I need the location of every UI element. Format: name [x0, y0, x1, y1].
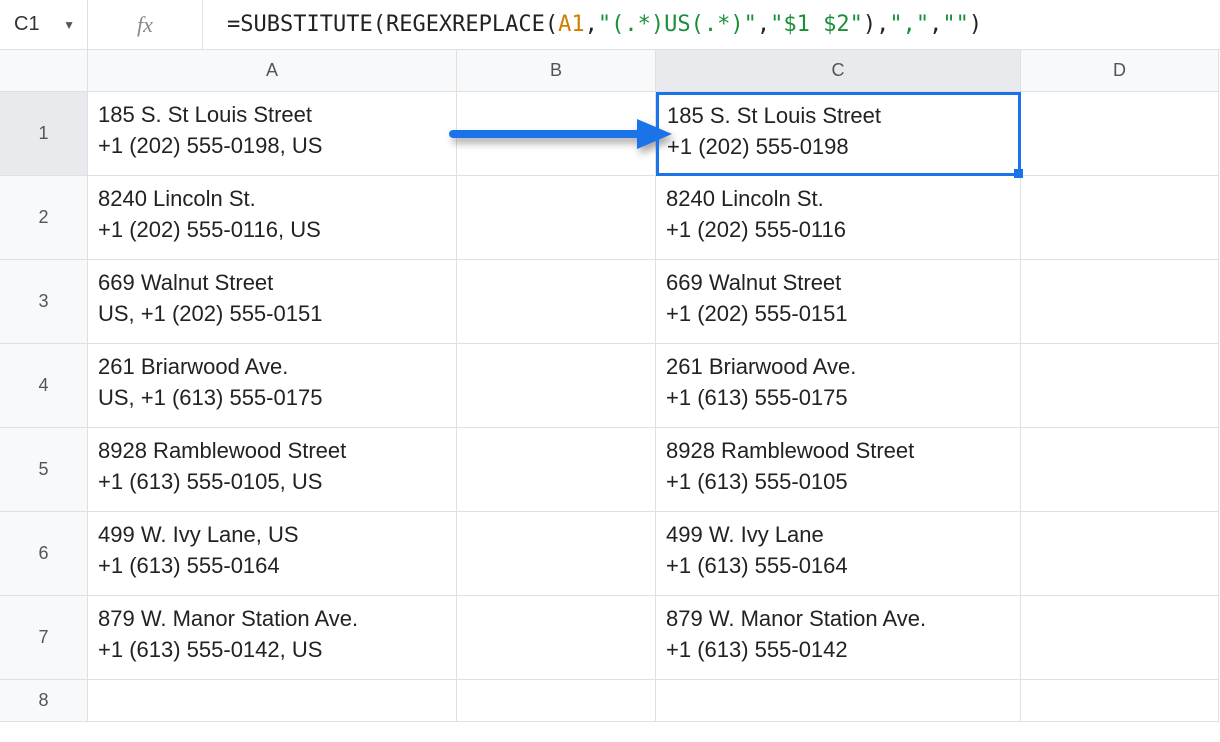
- cell-B5[interactable]: [457, 428, 656, 512]
- formula-str: "": [942, 12, 969, 37]
- cell-D7[interactable]: [1021, 596, 1219, 680]
- formula-str: "$1 $2": [770, 12, 863, 37]
- row-header-6[interactable]: 6: [0, 512, 88, 596]
- cell-A3[interactable]: 669 Walnut Street US, +1 (202) 555-0151: [88, 260, 457, 344]
- formula-str: ",": [889, 12, 929, 37]
- formula-paren: (: [545, 12, 558, 37]
- col-header-C[interactable]: C: [656, 50, 1021, 92]
- cell-A4[interactable]: 261 Briarwood Ave. US, +1 (613) 555-0175: [88, 344, 457, 428]
- col-header-D[interactable]: D: [1021, 50, 1219, 92]
- name-box-value: C1: [14, 13, 40, 36]
- fx-icon[interactable]: fx: [88, 0, 203, 49]
- row-header-8[interactable]: 8: [0, 680, 88, 722]
- cell-A8[interactable]: [88, 680, 457, 722]
- row-header-1[interactable]: 1: [0, 92, 88, 176]
- cell-D8[interactable]: [1021, 680, 1219, 722]
- select-all-corner[interactable]: [0, 50, 88, 92]
- row-header-3[interactable]: 3: [0, 260, 88, 344]
- formula-comma: ,: [757, 12, 770, 37]
- cell-C4[interactable]: 261 Briarwood Ave. +1 (613) 555-0175: [656, 344, 1021, 428]
- cell-B3[interactable]: [457, 260, 656, 344]
- col-header-B[interactable]: B: [457, 50, 656, 92]
- cell-B7[interactable]: [457, 596, 656, 680]
- cell-D1[interactable]: [1021, 92, 1219, 176]
- formula-fn: REGEXREPLACE: [386, 12, 545, 37]
- formula-paren: (: [373, 12, 386, 37]
- cell-B2[interactable]: [457, 176, 656, 260]
- selection-handle[interactable]: [1014, 169, 1023, 178]
- spreadsheet-grid: A B C D 1 185 S. St Louis Street +1 (202…: [0, 50, 1220, 722]
- chevron-down-icon[interactable]: ▼: [63, 18, 75, 32]
- cell-value: 185 S. St Louis Street +1 (202) 555-0198: [667, 101, 881, 163]
- row-header-7[interactable]: 7: [0, 596, 88, 680]
- cell-A2[interactable]: 8240 Lincoln St. +1 (202) 555-0116, US: [88, 176, 457, 260]
- cell-A5[interactable]: 8928 Ramblewood Street +1 (613) 555-0105…: [88, 428, 457, 512]
- formula-bar: C1 ▼ fx =SUBSTITUTE(REGEXREPLACE(A1,"(.*…: [0, 0, 1220, 50]
- cell-C1[interactable]: 185 S. St Louis Street +1 (202) 555-0198: [656, 92, 1021, 176]
- formula-comma: ,: [929, 12, 942, 37]
- formula-comma: ,: [876, 12, 889, 37]
- cell-D6[interactable]: [1021, 512, 1219, 596]
- formula-fn: =SUBSTITUTE: [227, 12, 373, 37]
- cell-B1[interactable]: [457, 92, 656, 176]
- formula-paren: ): [863, 12, 876, 37]
- cell-A7[interactable]: 879 W. Manor Station Ave. +1 (613) 555-0…: [88, 596, 457, 680]
- cell-C3[interactable]: 669 Walnut Street +1 (202) 555-0151: [656, 260, 1021, 344]
- row-header-2[interactable]: 2: [0, 176, 88, 260]
- cell-D5[interactable]: [1021, 428, 1219, 512]
- cell-B6[interactable]: [457, 512, 656, 596]
- arrow-icon: [467, 100, 645, 167]
- name-box[interactable]: C1 ▼: [0, 0, 88, 49]
- cell-D3[interactable]: [1021, 260, 1219, 344]
- formula-str: "(.*)US(.*)": [598, 12, 757, 37]
- formula-ref: A1: [558, 12, 585, 37]
- cell-C8[interactable]: [656, 680, 1021, 722]
- cell-B4[interactable]: [457, 344, 656, 428]
- col-header-A[interactable]: A: [88, 50, 457, 92]
- cell-B8[interactable]: [457, 680, 656, 722]
- cell-C6[interactable]: 499 W. Ivy Lane +1 (613) 555-0164: [656, 512, 1021, 596]
- cell-C2[interactable]: 8240 Lincoln St. +1 (202) 555-0116: [656, 176, 1021, 260]
- cell-C7[interactable]: 879 W. Manor Station Ave. +1 (613) 555-0…: [656, 596, 1021, 680]
- cell-D2[interactable]: [1021, 176, 1219, 260]
- cell-D4[interactable]: [1021, 344, 1219, 428]
- cell-C5[interactable]: 8928 Ramblewood Street +1 (613) 555-0105: [656, 428, 1021, 512]
- cell-A1[interactable]: 185 S. St Louis Street +1 (202) 555-0198…: [88, 92, 457, 176]
- formula-input[interactable]: =SUBSTITUTE(REGEXREPLACE(A1,"(.*)US(.*)"…: [203, 12, 1220, 37]
- row-header-4[interactable]: 4: [0, 344, 88, 428]
- formula-paren: ): [969, 12, 982, 37]
- cell-A6[interactable]: 499 W. Ivy Lane, US +1 (613) 555-0164: [88, 512, 457, 596]
- row-header-5[interactable]: 5: [0, 428, 88, 512]
- formula-comma: ,: [585, 12, 598, 37]
